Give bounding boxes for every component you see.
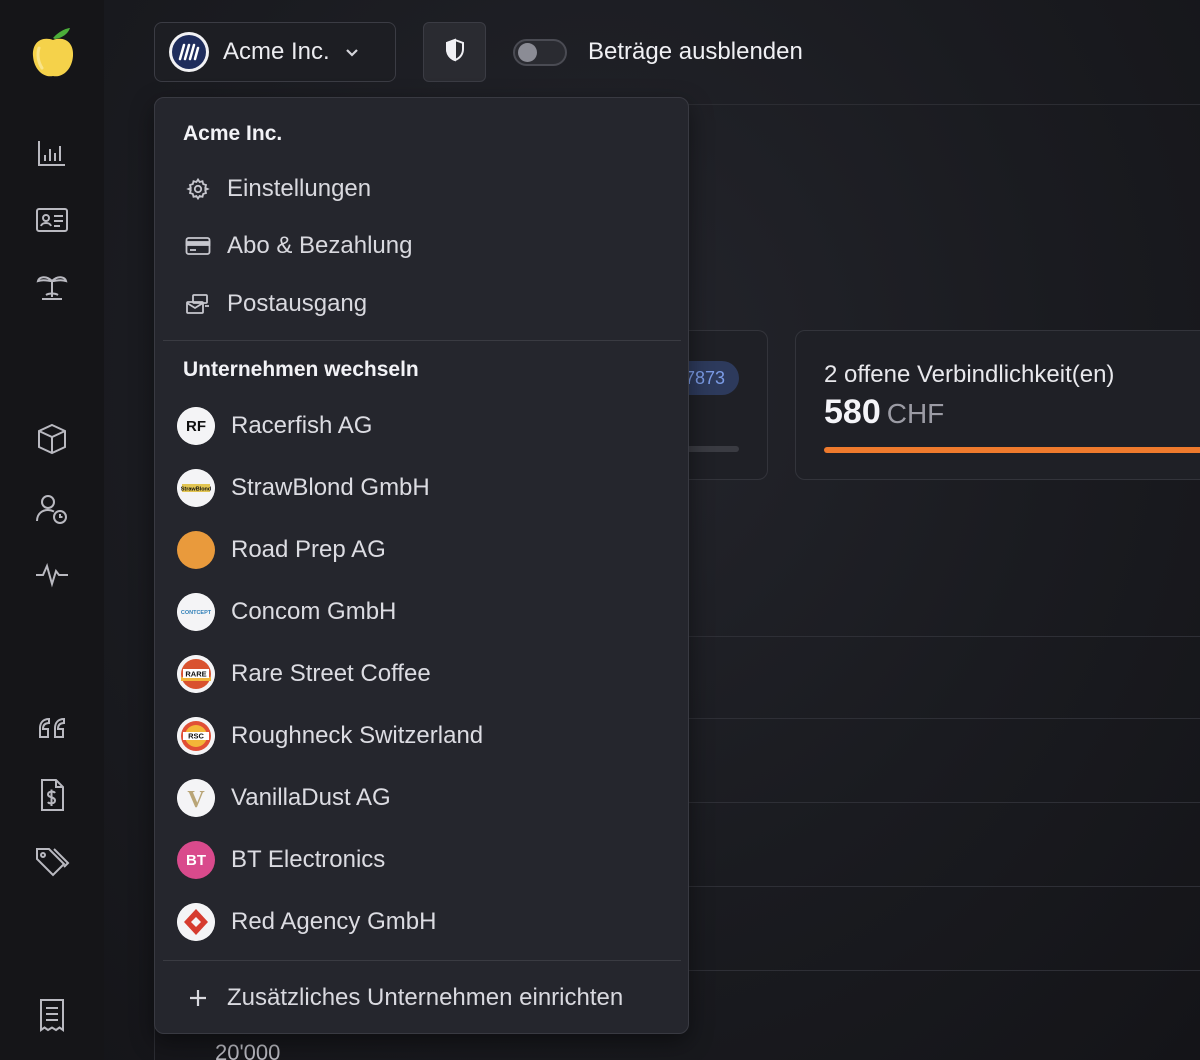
switch-company-heading: Unternehmen wechseln	[183, 358, 419, 381]
logo-text: RF	[186, 418, 206, 435]
logo-text: V	[187, 787, 205, 813]
user-clock-icon[interactable]	[33, 490, 71, 528]
current-company-name: Acme Inc.	[223, 38, 330, 65]
logo-text: RARE	[185, 670, 206, 679]
add-company-button[interactable]: Zusätzliches Unternehmen einrichten	[155, 970, 688, 1026]
palm-tree-icon[interactable]	[33, 268, 71, 306]
liabilities-currency: CHF	[886, 398, 945, 429]
activity-icon[interactable]	[33, 555, 71, 593]
liabilities-progress-fill	[824, 447, 1200, 453]
company-logo-strawblond: StrawBlond	[177, 469, 215, 507]
menu-item-label: Postausgang	[227, 290, 368, 317]
quote-icon[interactable]	[33, 708, 71, 746]
sidebar	[0, 0, 104, 1060]
menu-divider	[163, 340, 681, 341]
company-switcher-button[interactable]: Acme Inc.	[154, 22, 396, 82]
company-logo-bt-electronics: BT	[177, 841, 215, 879]
plus-icon	[185, 987, 211, 1009]
company-item-bt-electronics[interactable]: BT BT Electronics	[155, 832, 688, 888]
table-divider	[640, 718, 1200, 719]
company-logo-concom: CONTCEPT	[177, 593, 215, 631]
gear-icon	[185, 176, 211, 202]
app: Acme Inc. Beträge ausblenden 7873 2 offe…	[0, 0, 1200, 1060]
credit-card-icon	[185, 233, 211, 259]
contact-card-icon[interactable]	[33, 201, 71, 239]
logo-text: CONTCEPT	[181, 610, 212, 616]
company-name: VanillaDust AG	[231, 784, 391, 811]
liabilities-progress-bar	[824, 447, 1200, 453]
menu-item-outbox[interactable]: Postausgang	[155, 278, 688, 330]
add-company-label: Zusätzliches Unternehmen einrichten	[227, 984, 624, 1011]
menu-item-label: Einstellungen	[227, 175, 372, 202]
logo-text: RSC	[188, 732, 204, 741]
company-name: BT Electronics	[231, 846, 386, 873]
company-logo-roughneck: RSC	[177, 717, 215, 755]
company-name: Roughneck Switzerland	[231, 722, 484, 749]
company-logo-racerfish: RF	[177, 407, 215, 445]
company-logo-vanilladust: V	[177, 779, 215, 817]
menu-divider	[163, 960, 681, 961]
company-name: Red Agency GmbH	[231, 908, 437, 935]
company-dropdown-menu: Acme Inc. Einstellungen Abo & Bezahlung	[154, 97, 689, 1034]
invoice-dollar-icon[interactable]	[33, 776, 71, 814]
company-name: Rare Street Coffee	[231, 660, 431, 687]
company-logo-icon	[169, 32, 209, 72]
company-item-red-agency[interactable]: Red Agency GmbH	[155, 894, 688, 950]
liabilities-amount-row: 580 CHF	[824, 393, 944, 432]
toggle-knob	[518, 43, 537, 62]
table-divider	[640, 802, 1200, 803]
logo-text: StrawBlond	[181, 487, 212, 493]
company-item-rare-street[interactable]: RARE Rare Street Coffee	[155, 646, 688, 702]
company-name: Road Prep AG	[231, 536, 386, 563]
hide-amounts-toggle[interactable]	[513, 39, 567, 66]
liabilities-card[interactable]: 2 offene Verbindlichkeit(en) 580 CHF	[795, 330, 1200, 480]
privacy-shield-button[interactable]	[423, 22, 486, 82]
liabilities-title: 2 offene Verbindlichkeit(en)	[824, 361, 1115, 388]
chart-axis-label: 20'000	[215, 1040, 281, 1060]
company-item-vanilladust[interactable]: V VanillaDust AG	[155, 770, 688, 826]
outbox-icon	[185, 291, 211, 317]
shield-icon	[443, 38, 467, 67]
company-item-road-prep[interactable]: Road Prep AG	[155, 522, 688, 578]
liabilities-amount: 580	[824, 393, 881, 431]
app-logo-icon[interactable]	[30, 24, 76, 80]
box-icon[interactable]	[33, 420, 71, 458]
company-logo-red-agency	[177, 903, 215, 941]
company-logo-rare-street: RARE	[177, 655, 215, 693]
table-divider	[640, 636, 1200, 637]
company-name: Racerfish AG	[231, 412, 373, 439]
company-item-strawblond[interactable]: StrawBlond StrawBlond GmbH	[155, 460, 688, 516]
company-name: StrawBlond GmbH	[231, 474, 430, 501]
account-heading: Acme Inc.	[183, 122, 283, 145]
menu-item-settings[interactable]: Einstellungen	[155, 163, 688, 215]
chevron-down-icon	[342, 42, 362, 62]
table-divider	[640, 970, 1200, 971]
company-name: Concom GmbH	[231, 598, 397, 625]
receipt-icon[interactable]	[33, 996, 71, 1034]
company-item-racerfish[interactable]: RF Racerfish AG	[155, 398, 688, 454]
tags-icon[interactable]	[33, 842, 71, 880]
menu-item-label: Abo & Bezahlung	[227, 232, 413, 259]
chart-icon[interactable]	[33, 134, 71, 172]
hide-amounts-label: Beträge ausblenden	[588, 38, 803, 65]
table-divider	[640, 886, 1200, 887]
menu-item-subscription[interactable]: Abo & Bezahlung	[155, 220, 688, 272]
company-item-concom[interactable]: CONTCEPT Concom GmbH	[155, 584, 688, 640]
company-item-roughneck[interactable]: RSC Roughneck Switzerland	[155, 708, 688, 764]
company-logo-road-prep	[177, 531, 215, 569]
